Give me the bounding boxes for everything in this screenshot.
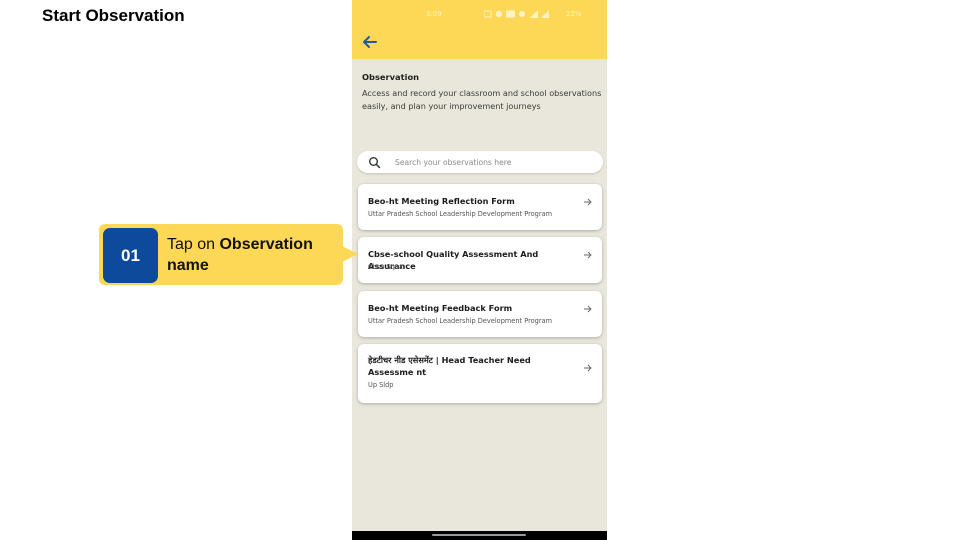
observation-title: Beo-ht Meeting Feedback Form	[368, 303, 513, 313]
search-input[interactable]	[395, 155, 595, 169]
step-number-badge: 01	[103, 228, 158, 283]
page-title: Observation	[362, 72, 420, 82]
back-button[interactable]	[360, 32, 380, 52]
instruction-prefix: Tap on	[167, 236, 220, 253]
slide: Start Observation 3:09 22% Observation A…	[0, 0, 960, 540]
home-handle[interactable]	[432, 534, 526, 536]
observation-title: हेडटीचर नीड एसेसमेंट | Head Teacher Need…	[368, 355, 531, 377]
observation-program: Cbse Sqaa	[368, 263, 403, 271]
notification-icons	[483, 10, 549, 18]
arrow-left-icon	[363, 36, 377, 48]
arrow-right-icon	[584, 198, 592, 206]
search-bar[interactable]	[357, 151, 603, 173]
status-bar: 3:09 22%	[352, 6, 607, 26]
arrow-right-icon	[584, 364, 592, 372]
navigation-bar	[352, 531, 607, 540]
app-bar: 3:09 22%	[352, 0, 607, 59]
search-icon	[369, 157, 381, 169]
instruction-text: Tap on Observation name	[167, 234, 339, 276]
observation-card[interactable]: Beo-ht Meeting Feedback Form Uttar Prade…	[358, 291, 602, 337]
phone-screen: 3:09 22% Observation Access and record y…	[352, 0, 607, 540]
status-icons	[483, 9, 562, 21]
arrow-right-icon	[584, 305, 592, 313]
page-description: Access and record your classroom and sch…	[362, 88, 602, 111]
observation-program: Uttar Pradesh School Leadership Developm…	[368, 317, 553, 325]
observation-card[interactable]: Beo-ht Meeting Reflection Form Uttar Pra…	[358, 184, 602, 230]
observation-card[interactable]: Cbse-school Quality Assessment And Assur…	[358, 237, 602, 283]
observation-title: Beo-ht Meeting Reflection Form	[368, 196, 515, 206]
slide-title: Start Observation	[42, 6, 185, 25]
observation-program: Up Sldp	[368, 381, 394, 389]
callout-pointer	[338, 244, 358, 264]
battery-level: 22%	[566, 10, 582, 18]
arrow-right-icon	[584, 251, 592, 259]
status-time: 3:09	[426, 10, 442, 18]
observation-card[interactable]: हेडटीचर नीड एसेसमेंट | Head Teacher Need…	[358, 344, 602, 403]
observation-program: Uttar Pradesh School Leadership Developm…	[368, 210, 553, 218]
